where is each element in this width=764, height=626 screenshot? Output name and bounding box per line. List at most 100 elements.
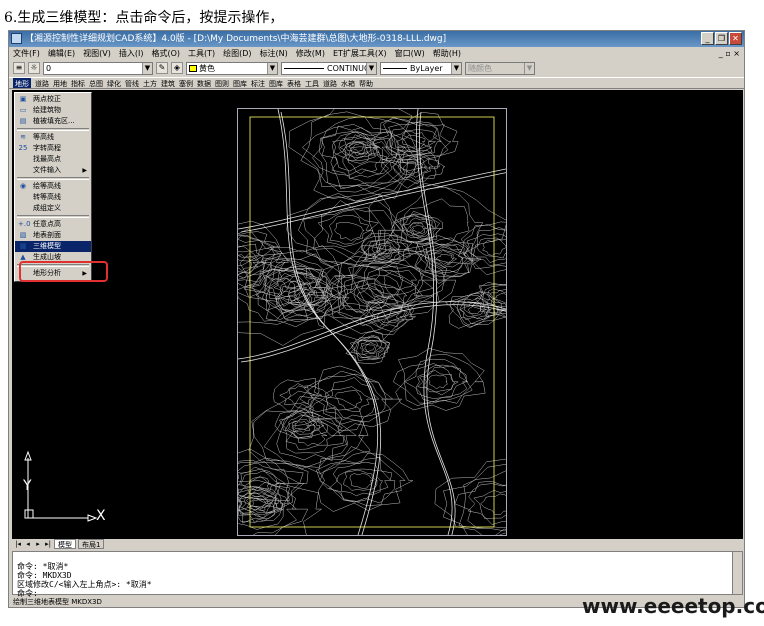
properties-toolbar: ≡ ☼ 0 ▼ ✎ ◈ 黄色 ▼ CONTINUOUS ▼ ByLayer ▼ … [9,60,744,76]
last-tab-icon[interactable]: ▸| [44,539,52,549]
cmd-menu-item[interactable]: 管线 [125,78,139,88]
plotstyle-select: 随颜色 ▼ [465,61,535,75]
menu-file[interactable]: 文件(F) [13,47,40,60]
menu-item-icon [18,204,28,213]
contour-line [403,198,470,246]
contour-line [454,481,506,529]
lineweight-select[interactable]: ByLayer ▼ [380,61,462,75]
menu-modify[interactable]: 修改(M) [296,47,325,60]
layer-manager-icon[interactable]: ≡ [13,62,25,74]
chevron-down-icon: ▼ [451,62,461,74]
layer-select[interactable]: 0 ▼ [43,61,153,75]
menu-item-icon: ◉ [19,182,27,190]
cmd-menu-item[interactable]: 土方 [143,78,157,88]
tab-model[interactable]: 模型 [54,539,76,549]
contour-line [473,490,506,519]
cmd-menu-item[interactable]: 帮助 [359,78,373,88]
minimize-button[interactable]: _ [701,32,714,45]
command-scrollbar[interactable] [732,552,742,594]
cmd-menu-item[interactable]: 道路 [35,78,49,88]
drawing-canvas[interactable]: Y X [12,90,743,539]
menu-format[interactable]: 格式(O) [151,47,180,60]
contour-line [291,418,312,433]
cmd-menu-item[interactable]: 绿化 [107,78,121,88]
layout-tabs: |◂ ◂ ▸ ▸| 模型 布局1 [12,539,743,549]
menu-bar: 文件(F) 编辑(E) 视图(V) 插入(I) 格式(O) 工具(T) 绘图(D… [9,47,744,60]
layer-previous-icon[interactable]: ◈ [171,62,183,74]
chevron-down-icon: ▼ [267,62,277,74]
cmd-menu-item[interactable]: 地形 [13,78,31,88]
dropdown-item[interactable]: ▣ 两点校正 [15,94,91,105]
menu-item-label: 植被填充区... [33,117,75,125]
dropdown-item[interactable]: 转等高线 [15,192,91,203]
cmd-menu-item[interactable]: 图则 [215,78,229,88]
dropdown-item[interactable]: ≋ 等高线 [15,132,91,143]
contour-line [476,237,506,259]
cmd-menu-item[interactable]: 图库 [233,78,247,88]
menu-draw[interactable]: 绘图(D) [223,47,251,60]
menu-tools[interactable]: 工具(T) [188,47,215,60]
first-tab-icon[interactable]: |◂ [14,539,22,549]
linetype-select[interactable]: CONTINUOUS ▼ [281,61,377,75]
dropdown-item[interactable]: 成组定义 [15,203,91,214]
dropdown-item[interactable]: +.0 任意点高 [15,219,91,230]
menu-et-tools[interactable]: ET扩展工具(X) [333,47,387,60]
contour-line [334,222,365,241]
submenu-arrow-icon: ▶ [82,167,87,174]
color-select[interactable]: 黄色 ▼ [186,61,278,75]
menu-item-label: 字转高程 [33,144,61,152]
line-sample [284,67,324,69]
menu-item-icon: ▤ [19,117,27,125]
watermark: www.eeeetop.com [582,594,764,618]
dropdown-item[interactable]: ▧ 地表剖面 [15,230,91,241]
dropdown-item[interactable]: ▩ 三维模型 [15,241,91,252]
maximize-button[interactable]: ❐ [715,32,728,45]
cmd-menu-item[interactable]: 水箱 [341,78,355,88]
menu-dimension[interactable]: 标注(N) [260,47,288,60]
close-button[interactable]: ✕ [729,32,742,45]
tab-layout1[interactable]: 布局1 [78,539,105,549]
cmd-menu-item[interactable]: 指标 [71,78,85,88]
cmd-menu-item[interactable]: 表格 [287,78,301,88]
menu-window[interactable]: 窗口(W) [395,47,425,60]
cmd-menu-item[interactable]: 图库 [269,78,283,88]
menu-separator [17,128,89,131]
menu-edit[interactable]: 编辑(E) [48,47,75,60]
dropdown-item[interactable]: ◉ 绘等高线 [15,181,91,192]
cmd-menu-item[interactable]: 用地 [53,78,67,88]
contour-line [345,331,391,364]
cmd-menu-item[interactable]: 总图 [89,78,103,88]
dropdown-item[interactable]: 25 字转高程 [15,143,91,154]
contour-line [293,423,328,447]
dropdown-item[interactable]: ▭ 绘建筑物 [15,105,91,116]
contour-line [364,344,376,352]
next-tab-icon[interactable]: ▸ [34,539,42,549]
make-current-icon[interactable]: ✎ [156,62,168,74]
command-history-line: 区域修改C/<输入左上角点>: *取消* [17,580,152,589]
mdi-controls[interactable]: _ ▫ × [719,47,740,60]
menu-view[interactable]: 视图(V) [83,47,111,60]
dropdown-item[interactable]: 文件输入 ▶ [15,165,91,176]
prev-tab-icon[interactable]: ◂ [24,539,32,549]
cmd-menu-item[interactable]: 塞例 [179,78,193,88]
cmd-menu-item[interactable]: 标注 [251,78,265,88]
contour-line [347,151,382,174]
cmd-menu-item[interactable]: 建筑 [161,78,175,88]
dropdown-item[interactable]: 找最高点 [15,154,91,165]
cmd-menu-item[interactable]: 数据 [197,78,211,88]
terrain-dropdown-menu: ▣ 两点校正 ▭ 绘建筑物 ▤ 植被填充区... ≋ 等高线 25 字转高程 找最高点 文件输入 ▶ ◉ 绘… [14,92,92,282]
contour-line [334,390,363,410]
lightbulb-icon[interactable]: ☼ [28,62,40,74]
contour-line [361,233,413,265]
menu-insert[interactable]: 插入(I) [119,47,144,60]
contour-line [302,124,420,199]
command-line[interactable]: 命令: *取消* 命令: MKDX3D 区域修改C/<输入左上角点>: *取消* 命令… [12,551,743,598]
dropdown-item[interactable]: ▤ 植被填充区... [15,116,91,127]
line-sample [383,67,407,69]
cmd-menu-item[interactable]: 道路 [323,78,337,88]
page-heading: 6.生成三维模型：点击命令后，按提示操作， [4,10,284,26]
menu-help[interactable]: 帮助(H) [433,47,461,60]
road-line [238,168,506,230]
contour-line [480,493,506,515]
cmd-menu-item[interactable]: 工具 [305,78,319,88]
